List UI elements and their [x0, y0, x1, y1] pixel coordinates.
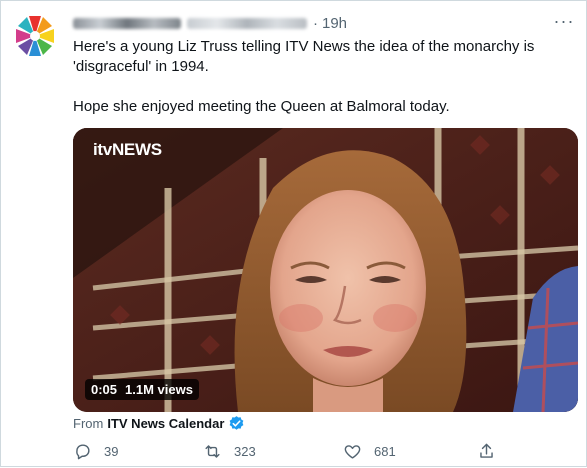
video-views: 1.1M views: [125, 382, 193, 397]
tweet-text-paragraph-2: Hope she enjoyed meeting the Queen at Ba…: [73, 98, 450, 115]
tweet-timestamp[interactable]: 19h: [322, 15, 347, 32]
tweet-card[interactable]: · 19h ··· Here's a young Liz Truss telli…: [0, 0, 587, 467]
separator-dot: ·: [313, 14, 318, 32]
reply-count: 39: [104, 444, 119, 459]
like-button[interactable]: 681: [343, 442, 396, 461]
more-options-button[interactable]: ···: [554, 11, 574, 31]
blurred-display-name[interactable]: [73, 17, 181, 29]
video-player[interactable]: itvNEWS 0:05 1.1M views: [73, 128, 578, 412]
itv-news-logo: itvNEWS: [93, 140, 162, 159]
video-duration-views-badge: 0:05 1.1M views: [85, 379, 199, 400]
blurred-handle[interactable]: [187, 17, 307, 29]
reply-button[interactable]: 39: [73, 442, 118, 461]
retweet-button[interactable]: 323: [203, 442, 256, 461]
video-thumbnail: [73, 128, 578, 412]
tweet-text-paragraph-1: Here's a young Liz Truss telling ITV New…: [73, 38, 535, 75]
tweet-text: Here's a young Liz Truss telling ITV New…: [73, 37, 573, 117]
share-button[interactable]: [477, 442, 508, 461]
retweet-icon: [205, 445, 220, 458]
reply-icon: [76, 444, 90, 460]
avatar[interactable]: [12, 13, 58, 59]
verified-badge-icon: [230, 416, 244, 430]
like-count: 681: [374, 444, 396, 459]
media-attribution: From ITV News Calendar: [73, 415, 245, 432]
more-dots-icon: ···: [553, 11, 575, 31]
heart-icon: [344, 445, 361, 459]
source-account-link[interactable]: ITV News Calendar: [107, 416, 224, 431]
rainbow-logo-avatar: [12, 13, 58, 59]
video-duration: 0:05: [91, 382, 118, 397]
tweet-actions-bar: 39 323 681: [73, 442, 578, 468]
share-icon: [480, 443, 493, 458]
retweet-count: 323: [234, 444, 256, 459]
tweet-header: · 19h: [73, 13, 347, 33]
from-prefix: From: [73, 416, 104, 431]
